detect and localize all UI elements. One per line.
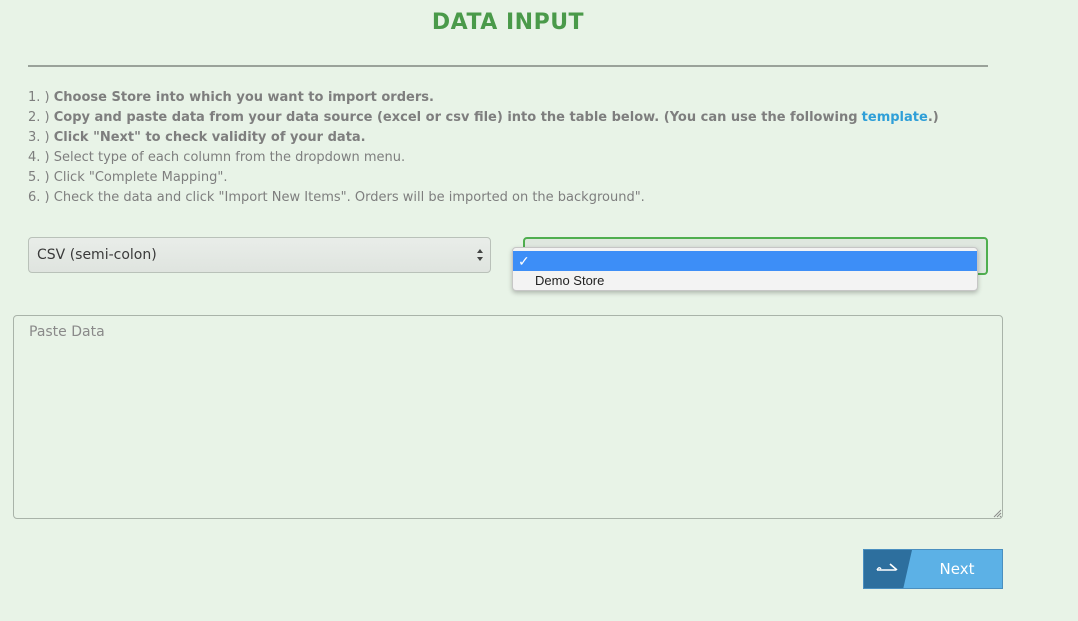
step-number: 1. ) (28, 90, 50, 105)
resize-grip-icon[interactable] (993, 509, 1002, 518)
arrow-right-icon (876, 563, 898, 571)
step-number: 6. ) (28, 190, 50, 205)
store-option-demo-store[interactable]: Demo Store (513, 271, 977, 290)
step-number: 2. ) (28, 110, 50, 125)
store-option-empty[interactable]: ✓ (513, 251, 977, 271)
step-number: 4. ) (28, 150, 50, 165)
next-button-label: Next (939, 560, 975, 578)
step-6: 6. ) Check the data and click "Import Ne… (28, 188, 939, 208)
step-5: 5. ) Click "Complete Mapping". (28, 168, 939, 188)
template-link[interactable]: template (862, 110, 928, 125)
page-title: DATA INPUT (431, 10, 585, 35)
next-icon-container (864, 550, 912, 588)
step-text: Click "Complete Mapping". (53, 170, 228, 185)
step-1: 1. ) Choose Store into which you want to… (28, 88, 939, 108)
step-number: 5. ) (28, 170, 50, 185)
title-divider (28, 65, 988, 67)
step-number: 3. ) (28, 130, 50, 145)
step-3: 3. ) Click "Next" to check validity of y… (28, 128, 939, 148)
format-select[interactable]: CSV (semi-colon) (28, 237, 491, 273)
store-option-label: Demo Store (535, 273, 605, 288)
instruction-list: 1. ) Choose Store into which you want to… (28, 88, 939, 208)
step-2: 2. ) Copy and paste data from your data … (28, 108, 939, 128)
select-updown-icon (477, 249, 483, 261)
next-button[interactable]: Next (863, 549, 1003, 589)
step-text: Copy and paste data from your data sourc… (53, 110, 858, 125)
step-text: Click "Next" to check validity of your d… (53, 130, 366, 145)
paste-data-input[interactable] (13, 315, 1003, 519)
store-dropdown-menu: ✓ Demo Store (512, 247, 978, 291)
step-text-suffix: .) (927, 110, 939, 125)
step-text: Check the data and click "Import New Ite… (53, 190, 645, 205)
step-text: Select type of each column from the drop… (53, 150, 406, 165)
checkmark-icon: ✓ (518, 253, 530, 269)
data-input-page: DATA INPUT 1. ) Choose Store into which … (0, 0, 1078, 621)
step-text: Choose Store into which you want to impo… (53, 90, 434, 105)
format-select-value: CSV (semi-colon) (37, 247, 157, 263)
step-4: 4. ) Select type of each column from the… (28, 148, 939, 168)
